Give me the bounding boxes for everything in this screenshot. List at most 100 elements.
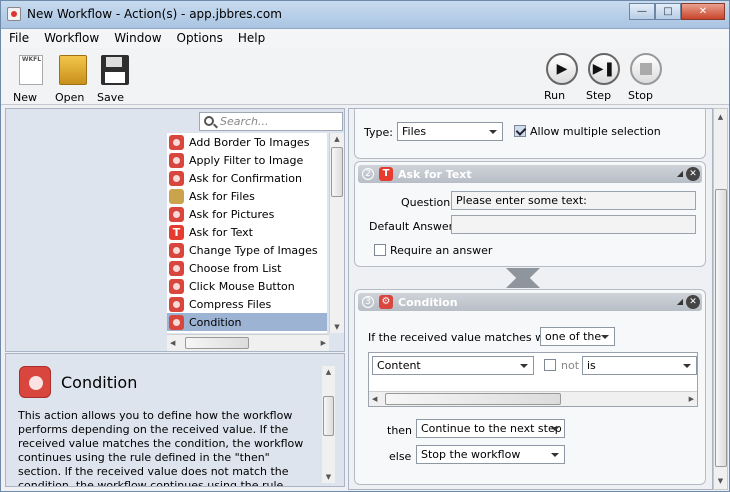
list-item[interactable]: Click Mouse Button [167,277,327,295]
run-label: Run [544,89,566,102]
then-dropdown[interactable]: Continue to the next step [416,419,565,438]
close-button[interactable]: ✕ [681,3,725,20]
remove-step-icon[interactable]: ✕ [686,167,700,181]
description-title: Condition [61,373,138,392]
require-answer-checkbox[interactable] [374,244,386,256]
gear-icon [169,296,184,312]
list-item[interactable]: Ask for Confirmation [167,169,327,187]
new-button[interactable]: WKFL New [13,53,49,104]
menu-window[interactable]: Window [106,29,168,48]
open-label: Open [55,91,85,104]
matches-dropdown[interactable]: one of the [540,327,615,346]
matches-label: If the received value matches with [368,331,559,344]
scrollbar-thumb[interactable] [385,393,561,405]
scrollbar-thumb[interactable] [331,147,343,197]
stop-button[interactable]: Stop [628,53,664,102]
step-3-header: 3 ⚙ Condition ◢ ✕ [358,293,702,311]
new-label: New [13,91,37,104]
question-field[interactable]: Please enter some text: [451,191,696,210]
folder-icon [59,55,87,85]
condition-gear-icon [19,366,51,398]
description-scrollbar[interactable]: ▲ ▼ [322,366,335,483]
not-label: not [561,359,580,372]
action-list: Add Border To Images Apply Filter to Ima… [167,133,327,333]
search-icon [204,116,214,126]
list-item[interactable]: Compress Files [167,295,327,313]
scrollbar-thumb[interactable] [323,396,334,436]
title-bar: New Workflow - Action(s) - app.jbbres.co… [1,1,729,29]
description-text: This action allows you to define how the… [18,409,304,487]
menu-bar: File Workflow Window Options Help [1,29,729,48]
maximize-button[interactable]: □ [655,3,681,20]
list-item[interactable]: Ask for Pictures [167,205,327,223]
menu-file[interactable]: File [1,29,36,48]
default-answer-label: Default Answer: [369,220,457,233]
allow-multiple-label: Allow multiple selection [530,125,661,138]
step-1-card: Type: Files Allow multiple selection [354,109,706,159]
action-library-pane: Search... Add Border To Images Apply Fil… [5,108,345,352]
text-t-icon: T [169,224,184,240]
new-document-icon: WKFL [19,55,43,85]
step-title: Ask for Text [398,167,472,181]
image-action-icon [169,152,184,168]
rule-operator-dropdown[interactable]: is [582,356,697,375]
action-description-pane: Condition This action allows you to defi… [5,353,345,487]
list-item[interactable]: Apply Filter to Image [167,151,327,169]
list-item-selected[interactable]: Condition [167,313,327,331]
toolbar: WKFL New Open Save ▶ Run ▶❚ Step Stop [1,48,729,105]
type-dropdown[interactable]: Files [397,122,503,141]
list-item[interactable]: Choose from List [167,259,327,277]
menu-options[interactable]: Options [169,29,230,48]
open-button[interactable]: Open [55,53,91,104]
list-item[interactable]: Add Border To Images [167,133,327,151]
floppy-disk-icon [101,55,129,85]
action-list-horizontal-scrollbar[interactable]: ◀ ▶ [167,334,329,351]
window-title: New Workflow - Action(s) - app.jbbres.co… [27,7,282,21]
else-dropdown[interactable]: Stop the workflow [416,445,565,464]
play-icon: ▶ [546,53,578,85]
image-action-icon [169,134,184,150]
step-number: 3 [362,296,374,308]
gear-icon [169,260,184,276]
step-forward-icon: ▶❚ [588,53,620,85]
step-number: 2 [362,168,374,180]
menu-help[interactable]: Help [230,29,272,48]
step-2-card: 2 T Ask for Text ◢ ✕ Question: Please en… [354,161,706,267]
type-label: Type: [364,126,393,139]
scrollbar-thumb[interactable] [185,337,249,349]
collapse-icon[interactable]: ◢ [677,169,683,178]
save-button[interactable]: Save [97,53,133,104]
allow-multiple-checkbox[interactable] [514,125,526,137]
then-label: then [387,424,413,437]
condition-gear-icon: ⚙ [379,295,393,309]
rule-field-dropdown[interactable]: Content [372,356,534,375]
condition-rules: Content not is ◀ ▶ [368,352,698,407]
image-action-icon [169,242,184,258]
list-item[interactable]: T Ask for Text [167,223,327,241]
text-t-icon: T [379,167,393,181]
app-window: New Workflow - Action(s) - app.jbbres.co… [0,0,730,492]
menu-workflow[interactable]: Workflow [36,29,106,48]
step-connector [506,268,540,288]
workflow-pane: Type: Files Allow multiple selection 2 T… [348,108,713,490]
workflow-vertical-scrollbar[interactable]: ▲ ▼ [713,108,728,490]
step-button[interactable]: ▶❚ Step [586,53,622,102]
scrollbar-thumb[interactable] [715,189,727,467]
window-controls: — □ ✕ [629,3,725,21]
remove-step-icon[interactable]: ✕ [686,295,700,309]
save-label: Save [97,91,125,104]
run-button[interactable]: ▶ Run [544,53,580,102]
list-item[interactable]: Ask for Files [167,187,327,205]
image-action-icon [169,206,184,222]
step-2-header: 2 T Ask for Text ◢ ✕ [358,165,702,183]
minimize-button[interactable]: — [629,3,655,20]
list-item[interactable]: Change Type of Images [167,241,327,259]
folder-icon [169,188,184,204]
collapse-icon[interactable]: ◢ [677,297,683,306]
rules-horizontal-scrollbar[interactable]: ◀ ▶ [369,391,697,406]
action-list-vertical-scrollbar[interactable]: ▲ ▼ [329,133,344,333]
not-checkbox[interactable] [544,359,556,371]
step-3-card: 3 ⚙ Condition ◢ ✕ If the received value … [354,289,706,485]
search-input[interactable]: Search... [199,112,343,131]
default-answer-field[interactable] [451,215,696,234]
